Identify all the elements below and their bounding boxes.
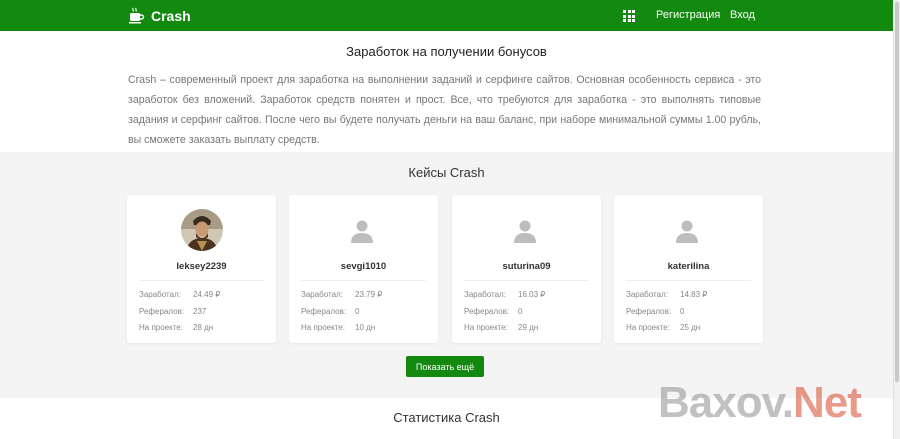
scrollbar-thumb[interactable]: [895, 2, 899, 382]
intro-section: Заработок на получении бонусов Crash – с…: [0, 31, 893, 152]
referrals-value: 0: [518, 307, 523, 316]
register-link[interactable]: Регистрация: [656, 9, 720, 21]
earned-row: Заработал: 14.83 ₽: [626, 290, 707, 299]
watermark-logo: Baxov.Net: [658, 378, 862, 428]
on-project-value: 10 дн: [355, 323, 376, 332]
earned-value: 23.79 ₽: [355, 290, 383, 299]
watermark-part2: Net: [793, 378, 862, 427]
on-project-label: На проекте:: [301, 323, 345, 332]
earned-label: Заработал:: [139, 290, 181, 299]
user-avatar-photo: [181, 209, 223, 251]
case-card: leksey2239 Заработал: 24.49 ₽ Рефералов: 2…: [127, 195, 276, 343]
on-project-row: На проекте: 28 дн: [139, 323, 213, 332]
earned-label: Заработал:: [301, 290, 343, 299]
case-username: katerilina: [667, 261, 710, 272]
apps-grid-icon[interactable]: [623, 10, 635, 22]
case-username: leksey2239: [176, 261, 227, 272]
divider: [464, 280, 589, 281]
brand-name: Crash: [151, 7, 191, 24]
divider: [626, 280, 751, 281]
earned-label: Заработал:: [626, 290, 668, 299]
referrals-label: Рефералов:: [626, 307, 672, 316]
case-card: suturina09 Заработал: 16.03 ₽ Рефералов: 0…: [452, 195, 601, 343]
on-project-label: На проекте:: [139, 323, 183, 332]
watermark-part1: Baxov.: [658, 378, 794, 427]
earned-value: 24.49 ₽: [193, 290, 221, 299]
intro-title: Заработок на получении бонусов: [346, 44, 547, 59]
on-project-value: 25 дн: [680, 323, 701, 332]
earned-row: Заработал: 16.03 ₽: [464, 290, 545, 299]
intro-text: Crash – современный проект для заработка…: [128, 74, 761, 146]
earned-row: Заработал: 24.49 ₽: [139, 290, 220, 299]
brand-logo[interactable]: Crash: [128, 7, 191, 24]
earned-value: 14.83 ₽: [680, 290, 708, 299]
earned-row: Заработал: 23.79 ₽: [301, 290, 382, 299]
referrals-label: Рефералов:: [464, 307, 510, 316]
referrals-row: Рефералов: 237: [139, 307, 206, 316]
page-scrollbar[interactable]: [893, 0, 900, 439]
user-icon: [350, 219, 374, 248]
referrals-row: Рефералов: 0: [301, 307, 359, 316]
on-project-label: На проекте:: [464, 323, 508, 332]
on-project-row: На проекте: 25 дн: [626, 323, 700, 332]
referrals-value: 0: [680, 307, 685, 316]
earned-label: Заработал:: [464, 290, 506, 299]
top-navbar: Crash Регистрация Вход: [0, 0, 893, 31]
earned-value: 16.03 ₽: [518, 290, 546, 299]
divider: [139, 280, 264, 281]
case-card: sevgi1010 Заработал: 23.79 ₽ Рефералов: 0 …: [289, 195, 438, 343]
cases-title: Кейсы Crash: [408, 165, 485, 180]
referrals-row: Рефералов: 0: [464, 307, 522, 316]
user-icon: [513, 219, 537, 248]
divider: [301, 280, 426, 281]
case-card: katerilina Заработал: 14.83 ₽ Рефералов: 0…: [614, 195, 763, 343]
referrals-value: 0: [355, 307, 360, 316]
show-more-button[interactable]: Показать ещё: [406, 356, 484, 377]
on-project-label: На проекте:: [626, 323, 670, 332]
login-link[interactable]: Вход: [730, 9, 755, 21]
coffee-cup-icon: [128, 7, 145, 24]
on-project-value: 28 дн: [193, 323, 214, 332]
referrals-row: Рефералов: 0: [626, 307, 684, 316]
on-project-value: 29 дн: [518, 323, 539, 332]
referrals-label: Рефералов:: [139, 307, 185, 316]
referrals-value: 237: [193, 307, 207, 316]
case-username: sevgi1010: [340, 261, 387, 272]
user-icon: [675, 219, 699, 248]
case-username: suturina09: [502, 261, 551, 272]
referrals-label: Рефералов:: [301, 307, 347, 316]
on-project-row: На проекте: 29 дн: [464, 323, 538, 332]
on-project-row: На проекте: 10 дн: [301, 323, 375, 332]
